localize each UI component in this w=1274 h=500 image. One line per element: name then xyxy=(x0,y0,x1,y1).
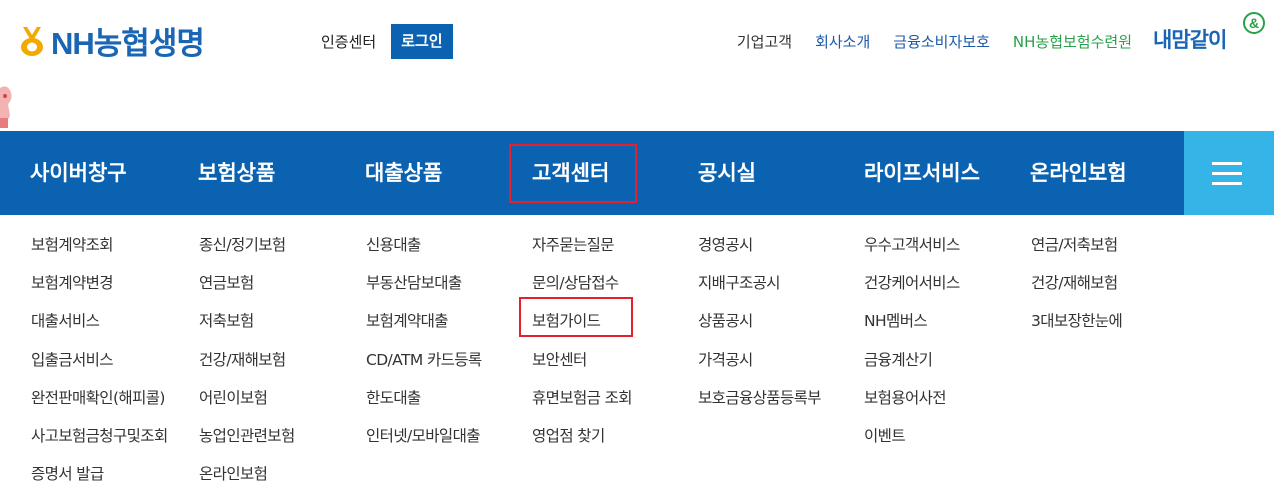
submenu-link[interactable]: 자주묻는질문 xyxy=(532,233,632,271)
submenu-col-customer-center: 자주묻는질문 문의/상담접수 보험가이드 보안센터 휴면보험금 조회 영업점 찾… xyxy=(532,233,633,462)
naemam-logo[interactable]: 내맘같이 xyxy=(1153,24,1227,54)
training-center-link[interactable]: NH농협보험수련원 xyxy=(1013,31,1132,52)
consumer-protection-link[interactable]: 금융소비자보호 xyxy=(893,31,990,52)
svg-text:&: & xyxy=(1249,15,1259,31)
submenu-link[interactable]: 신용대출 xyxy=(366,233,482,271)
nav-item-online-insurance[interactable]: 온라인보험 xyxy=(1030,131,1127,215)
util-left: 인증센터 로그인 xyxy=(321,24,453,59)
submenu-link[interactable]: 건강/재해보험 xyxy=(1031,271,1122,309)
submenu-link[interactable]: 증명서 발급 xyxy=(31,462,168,500)
nav-item-life-service[interactable]: 라이프서비스 xyxy=(864,131,980,215)
submenu-link[interactable]: 영업점 찾기 xyxy=(532,424,632,462)
submenu-link[interactable]: CD/ATM 카드등록 xyxy=(366,348,482,386)
submenu-col-disclosure: 경영공시 지배구조공시 상품공시 가격공시 보호금융상품등록부 xyxy=(698,233,822,424)
submenu-link[interactable]: 대출서비스 xyxy=(31,309,168,347)
submenu-link[interactable]: 입출금서비스 xyxy=(31,348,168,386)
submenu-link[interactable]: 우수고객서비스 xyxy=(864,233,960,271)
submenu-link[interactable]: 저축보험 xyxy=(199,309,295,347)
submenu-link[interactable]: 지배구조공시 xyxy=(698,271,821,309)
insurance-guide-highlight xyxy=(519,297,633,337)
nav-item-insurance-products[interactable]: 보험상품 xyxy=(198,131,275,215)
submenu-col-life-service: 우수고객서비스 건강케어서비스 NH멤버스 금융계산기 보험용어사전 이벤트 xyxy=(864,233,960,462)
submenu-link[interactable]: 보호금융상품등록부 xyxy=(698,386,822,424)
submenu-link[interactable]: 보험계약변경 xyxy=(31,271,168,309)
submenu-link[interactable]: 한도대출 xyxy=(366,386,482,424)
submenu-link[interactable]: 연금/저축보험 xyxy=(1031,233,1122,271)
submenu-link[interactable]: 보험용어사전 xyxy=(864,386,960,424)
submenu-link[interactable]: 보험계약대출 xyxy=(366,309,482,347)
company-intro-link[interactable]: 회사소개 xyxy=(815,31,870,52)
selected-nav-highlight xyxy=(509,144,637,203)
login-button[interactable]: 로그인 xyxy=(391,24,453,59)
submenu-link[interactable]: 휴면보험금 조회 xyxy=(532,386,633,424)
submenu-panel: 보험계약조회 보험계약변경 대출서비스 입출금서비스 완전판매확인(해피콜) 사… xyxy=(0,215,1274,484)
submenu-link[interactable]: 연금보험 xyxy=(199,271,295,309)
submenu-col-insurance-products: 종신/정기보험 연금보험 저축보험 건강/재해보험 어린이보험 농업인관련보험 … xyxy=(199,233,295,500)
submenu-link[interactable]: 보안센터 xyxy=(532,348,632,386)
corporate-customer-link[interactable]: 기업고객 xyxy=(737,31,792,52)
submenu-link[interactable]: 상품공시 xyxy=(698,309,821,347)
ampersand-icon: & xyxy=(1243,12,1265,34)
submenu-link[interactable]: 경영공시 xyxy=(698,233,821,271)
submenu-link[interactable]: 어린이보험 xyxy=(199,386,295,424)
main-nav: 사이버창구 보험상품 대출상품 고객센터 공시실 라이프서비스 온라인보험 xyxy=(0,131,1274,215)
all-menu-button[interactable] xyxy=(1184,131,1274,215)
nh-logo-icon xyxy=(21,27,43,56)
submenu-link[interactable]: 인터넷/모바일대출 xyxy=(366,424,482,462)
submenu-link[interactable]: 농업인관련보험 xyxy=(199,424,295,462)
submenu-link[interactable]: 가격공시 xyxy=(698,348,821,386)
nav-item-loan-products[interactable]: 대출상품 xyxy=(365,131,442,215)
nav-item-cyber-window[interactable]: 사이버창구 xyxy=(30,131,127,215)
mascot-decoration xyxy=(0,86,12,128)
hamburger-icon xyxy=(1212,162,1242,165)
submenu-link[interactable]: 건강/재해보험 xyxy=(199,348,295,386)
submenu-link[interactable]: 완전판매확인(해피콜) xyxy=(31,386,168,424)
submenu-link[interactable]: 보험계약조회 xyxy=(31,233,168,271)
submenu-link[interactable]: 이벤트 xyxy=(864,424,960,462)
header: NH농협생명 인증센터 로그인 기업고객 회사소개 금융소비자보호 NH농협보험… xyxy=(0,0,1274,131)
nav-item-disclosure[interactable]: 공시실 xyxy=(698,131,756,215)
submenu-col-cyber-window: 보험계약조회 보험계약변경 대출서비스 입출금서비스 완전판매확인(해피콜) 사… xyxy=(31,233,168,500)
nh-logo[interactable]: NH농협생명 xyxy=(17,22,205,61)
submenu-link[interactable]: 온라인보험 xyxy=(199,462,295,500)
cert-center-link[interactable]: 인증센터 xyxy=(321,31,376,52)
submenu-link[interactable]: 부동산담보대출 xyxy=(366,271,482,309)
util-links: 기업고객 회사소개 금융소비자보호 NH농협보험수련원 xyxy=(714,31,1132,52)
submenu-link[interactable]: 건강케어서비스 xyxy=(864,271,960,309)
submenu-link[interactable]: 사고보험금청구및조회 xyxy=(31,424,168,462)
submenu-link[interactable]: 금융계산기 xyxy=(864,348,960,386)
logo-text: NH농협생명 xyxy=(51,25,205,61)
submenu-col-online-insurance: 연금/저축보험 건강/재해보험 3대보장한눈에 xyxy=(1031,233,1123,348)
submenu-link[interactable]: NH멤버스 xyxy=(864,309,960,347)
submenu-link[interactable]: 종신/정기보험 xyxy=(199,233,295,271)
submenu-link[interactable]: 3대보장한눈에 xyxy=(1031,309,1123,347)
submenu-col-loan-products: 신용대출 부동산담보대출 보험계약대출 CD/ATM 카드등록 한도대출 인터넷… xyxy=(366,233,482,462)
